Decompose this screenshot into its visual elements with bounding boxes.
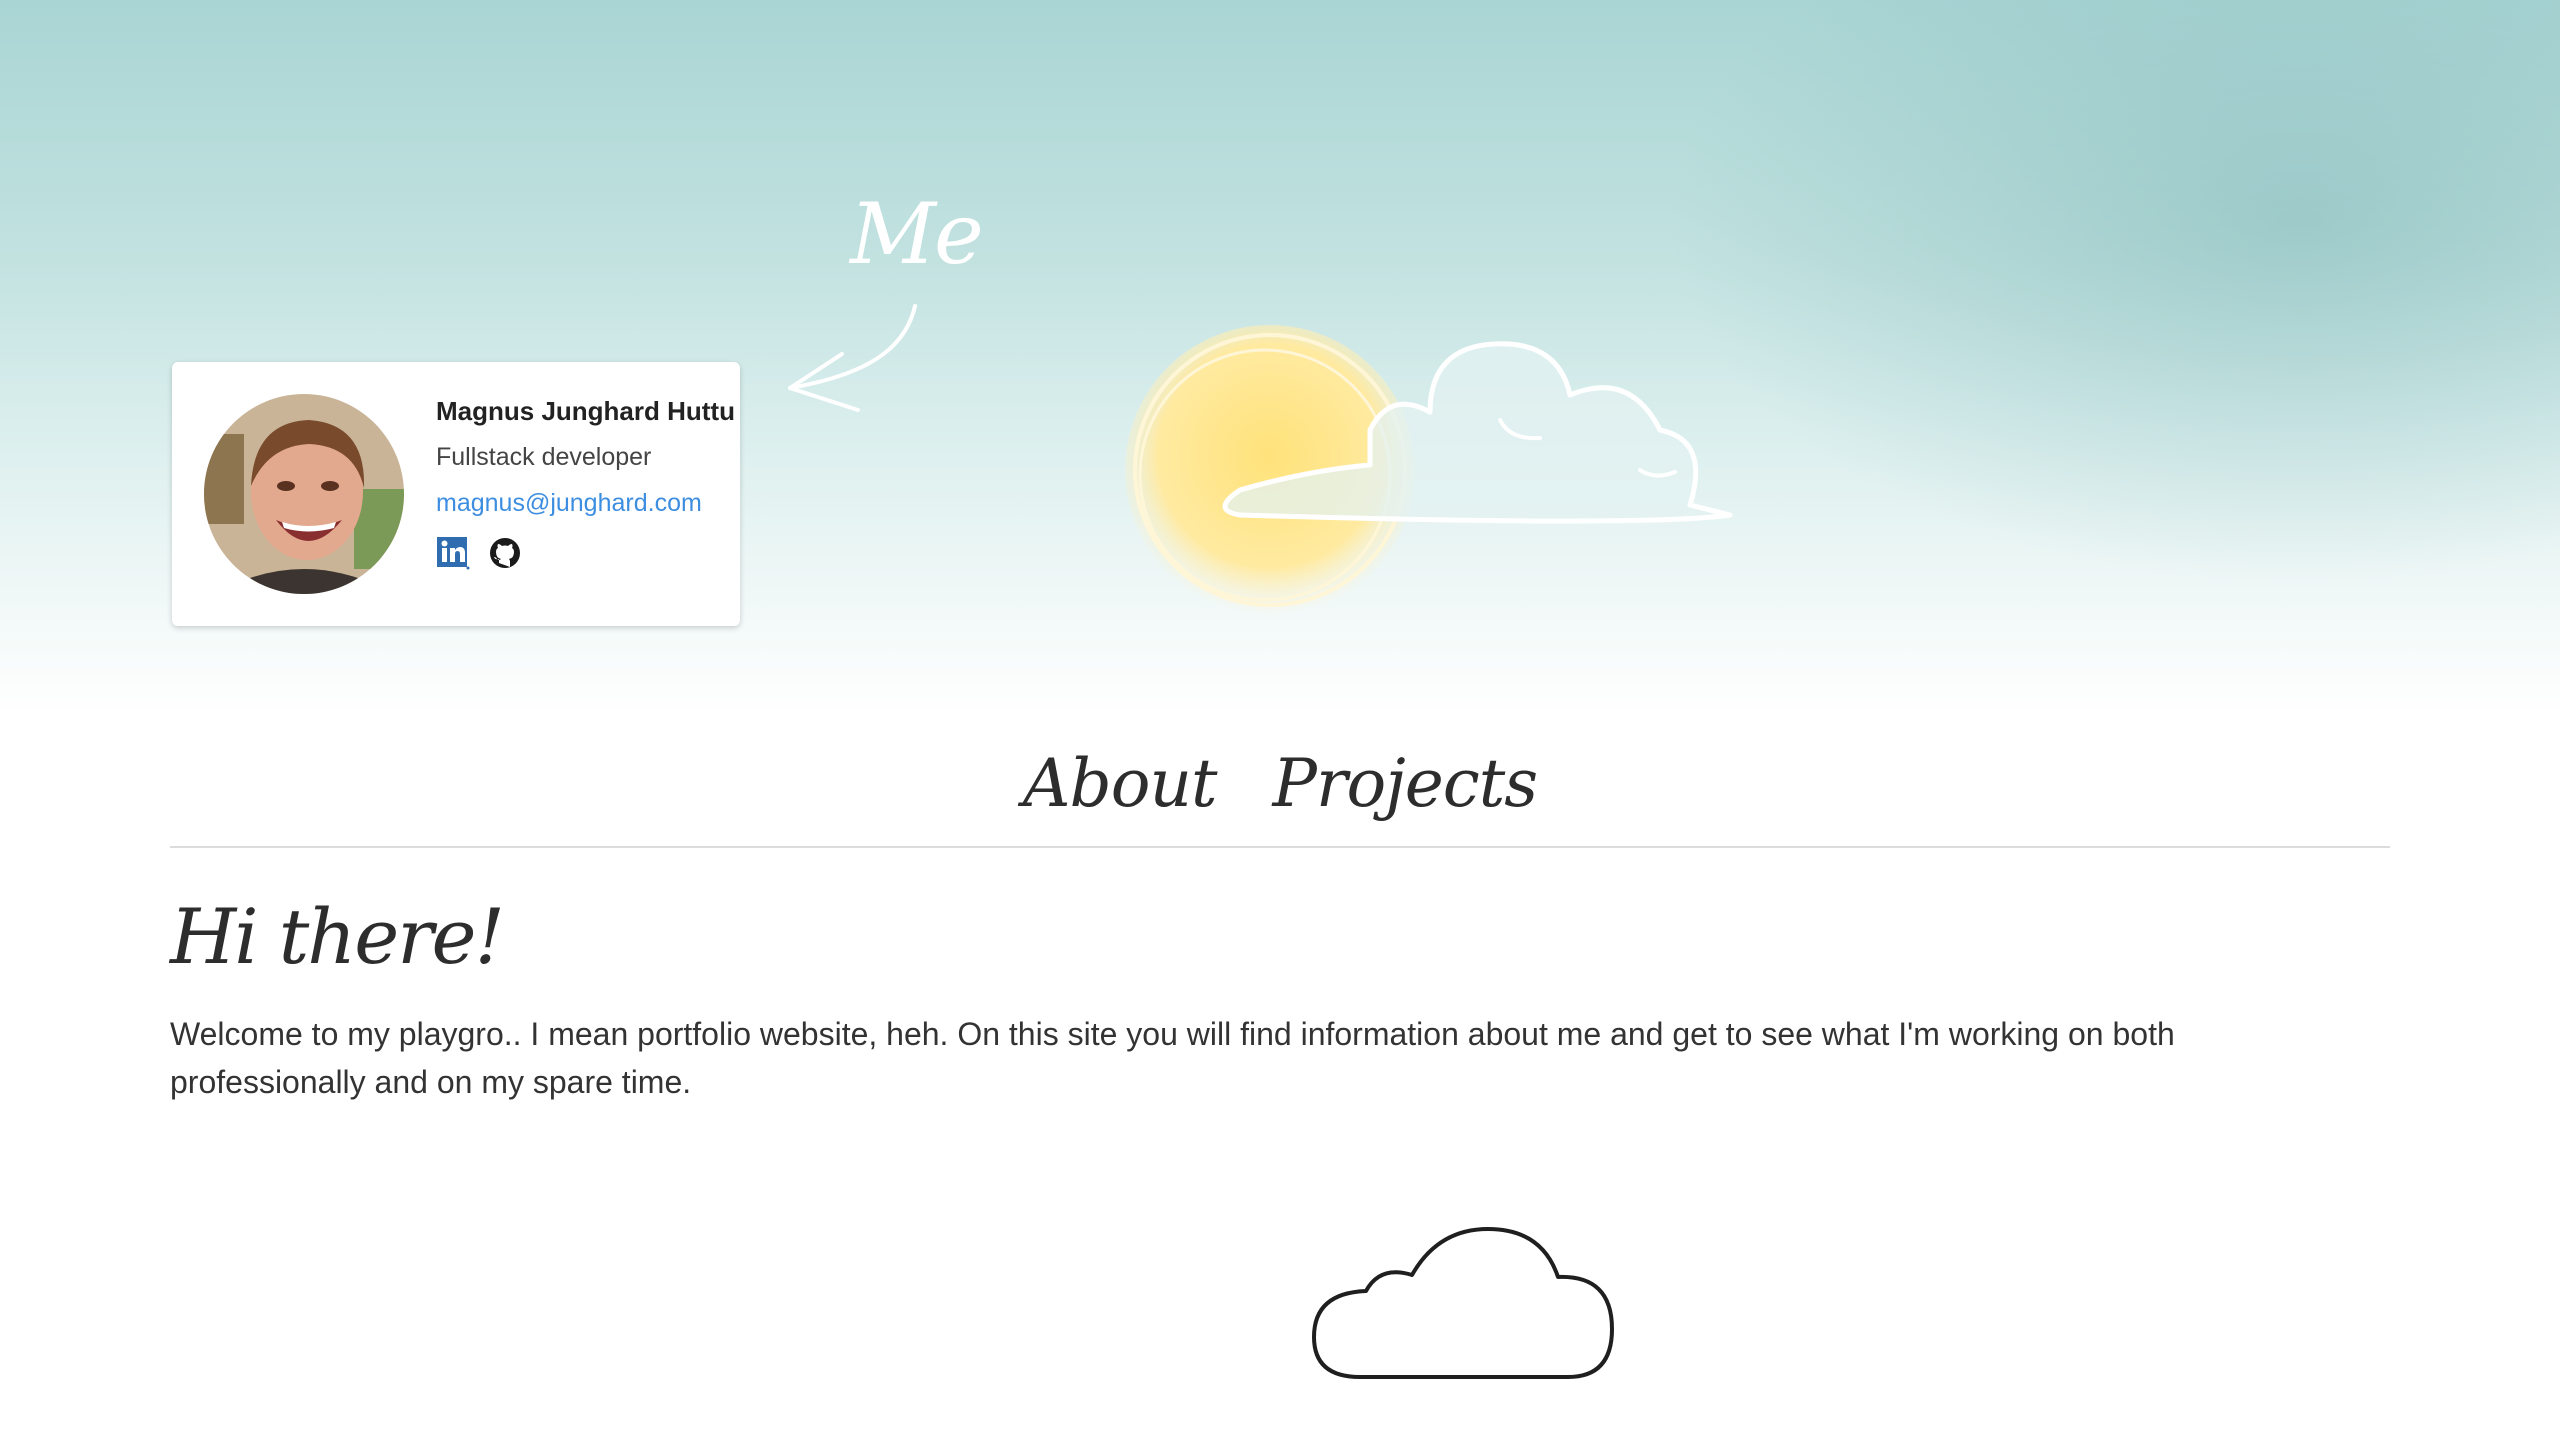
- arrow-icon: [788, 304, 917, 412]
- cloud-icon: [1312, 1227, 1614, 1379]
- profile-role: Fullstack developer: [436, 443, 652, 471]
- email-link[interactable]: magnus@junghard.com: [436, 489, 702, 518]
- github-icon: [490, 538, 520, 568]
- nav-projects[interactable]: Projects: [1273, 745, 1539, 822]
- intro-text: Welcome to my playgro.. I mean portfolio…: [170, 1016, 2175, 1100]
- main-nav: About Projects: [0, 720, 2560, 846]
- avatar: [204, 394, 404, 594]
- nav-about[interactable]: About: [1023, 745, 1218, 822]
- social-links: [436, 536, 522, 570]
- linkedin-icon: [437, 537, 470, 570]
- sun-and-cloud-illustration: [1125, 325, 1733, 615]
- hero-banner: Me Magnus Junghard Huttu Fullstack devel…: [0, 0, 2560, 720]
- profile-name: Magnus Junghard Huttu: [436, 396, 735, 426]
- github-link[interactable]: [488, 536, 522, 570]
- page-heading: Hi there!: [170, 892, 505, 981]
- me-annotation-label: Me: [850, 185, 984, 283]
- profile-card: Magnus Junghard Huttu Fullstack develope…: [172, 362, 740, 626]
- linkedin-link[interactable]: [436, 536, 470, 570]
- nav-divider: [170, 846, 2390, 848]
